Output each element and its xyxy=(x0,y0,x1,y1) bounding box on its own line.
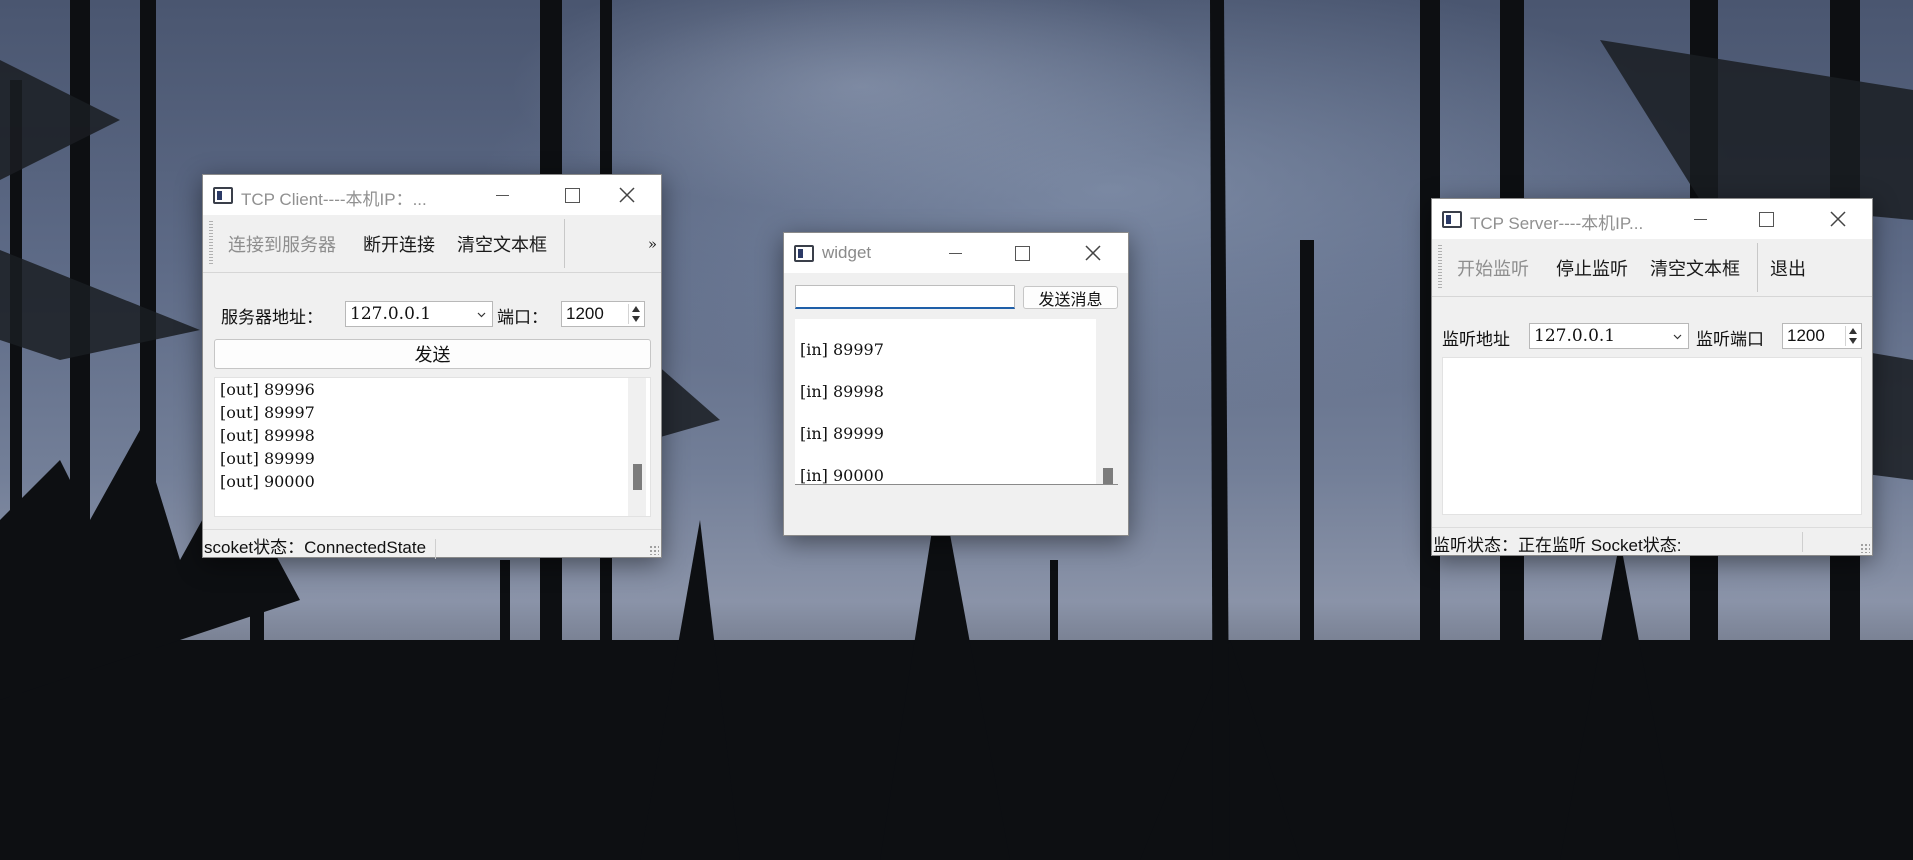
widget-log-textbox[interactable]: [in] 89997 [in] 89998 [in] 89999 [in] 90000 xyxy=(795,319,1118,485)
spin-arrows[interactable] xyxy=(628,304,642,324)
listen-address-label: 监听地址 xyxy=(1442,330,1510,350)
maximize-button[interactable] xyxy=(556,179,588,211)
close-icon xyxy=(1085,245,1101,261)
server-statusbar: 监听状态：正在监听 Socket状态: xyxy=(1432,527,1872,555)
widget-log-lines: [in] 89997 [in] 89998 [in] 89999 [in] 90000 xyxy=(800,329,1118,485)
log-line: [out] 89999 xyxy=(220,449,315,468)
clear-text-button[interactable]: 清空文本框 xyxy=(1639,255,1751,281)
toolbar-grip[interactable] xyxy=(209,221,213,266)
status-divider xyxy=(1802,532,1803,552)
status-divider xyxy=(434,538,436,559)
toolbar-overflow-button[interactable]: » xyxy=(648,235,661,253)
widget-log-scrollbar[interactable] xyxy=(1096,319,1118,484)
server-toolbar: 开始监听 停止监听 清空文本框 退出 xyxy=(1432,239,1872,297)
spin-up-icon xyxy=(632,306,640,312)
widget-window-title: widget xyxy=(822,243,872,262)
app-icon xyxy=(213,187,233,204)
close-icon xyxy=(1830,211,1846,227)
log-line: [out] 90000 xyxy=(220,472,315,491)
connect-to-server-button[interactable]: 连接到服务器 xyxy=(217,231,347,257)
log-line: [out] 89998 xyxy=(220,426,315,445)
server-address-combo[interactable]: 127.0.0.1 xyxy=(345,301,493,327)
client-log-textbox[interactable]: [out] 89996 [out] 89997 [out] 89998 [out] 8… xyxy=(214,377,651,517)
tcp-server-window: TCP Server----本机IP... 开始监听 停止监听 清空文本框 退出… xyxy=(1431,198,1873,556)
widget-titlebar[interactable]: widget xyxy=(784,233,1128,273)
listen-address-combo[interactable]: 127.0.0.1 xyxy=(1529,323,1689,349)
send-button-label: 发送 xyxy=(414,345,451,366)
message-input[interactable] xyxy=(795,285,1015,309)
minimize-button[interactable] xyxy=(939,237,971,269)
chevron-down-icon xyxy=(477,312,486,318)
scrollbar-thumb[interactable] xyxy=(1103,468,1113,484)
exit-button[interactable]: 退出 xyxy=(1764,255,1817,281)
clear-text-button[interactable]: 清空文本框 xyxy=(446,231,558,257)
widget-window: widget 发送消息 [in] 89997 [in] 89998 [in] 899… xyxy=(783,232,1129,536)
tcp-client-window: TCP Client----本机IP：... 连接到服务器 断开连接 清空文本框… xyxy=(202,174,662,559)
maximize-button[interactable] xyxy=(1750,203,1782,235)
log-line: [out] 89997 xyxy=(220,403,315,422)
toolbar-separator xyxy=(1757,243,1758,292)
minimize-button[interactable] xyxy=(1684,203,1716,235)
listen-port-value: 1200 xyxy=(1787,326,1825,345)
port-spinbox[interactable]: 1200 xyxy=(561,301,645,327)
close-button[interactable] xyxy=(611,179,643,211)
maximize-button[interactable] xyxy=(1006,237,1038,269)
client-status-text: scoket状态：ConnectedState xyxy=(204,538,427,557)
server-address-label: 服务器地址： xyxy=(221,308,323,328)
server-status-text: 监听状态：正在监听 Socket状态: xyxy=(1433,536,1682,555)
listen-port-spinbox[interactable]: 1200 xyxy=(1782,323,1862,349)
log-line: [in] 89997 xyxy=(800,340,884,359)
send-message-button[interactable]: 发送消息 xyxy=(1023,286,1118,309)
send-button[interactable]: 发送 xyxy=(214,339,651,369)
client-titlebar[interactable]: TCP Client----本机IP：... xyxy=(203,175,661,215)
listen-address-value: 127.0.0.1 xyxy=(1534,326,1616,346)
server-log-textbox[interactable] xyxy=(1442,357,1862,515)
resize-grip[interactable] xyxy=(649,545,659,555)
server-titlebar[interactable]: TCP Server----本机IP... xyxy=(1432,199,1872,239)
listen-port-label: 监听端口 xyxy=(1696,330,1764,350)
client-toolbar: 连接到服务器 断开连接 清空文本框 » xyxy=(203,215,661,273)
toolbar-separator xyxy=(564,219,565,268)
client-log-scrollbar[interactable] xyxy=(628,378,646,516)
log-line: [in] 89999 xyxy=(800,424,884,443)
close-icon xyxy=(619,187,635,203)
chevron-down-icon xyxy=(1673,334,1682,340)
spin-down-icon xyxy=(1849,338,1857,344)
port-label: 端口： xyxy=(497,308,548,328)
close-button[interactable] xyxy=(1822,203,1854,235)
log-line: [in] 90000 xyxy=(800,466,884,485)
client-statusbar: scoket状态：ConnectedState xyxy=(203,529,661,559)
minimize-button[interactable] xyxy=(486,179,518,211)
toolbar-grip[interactable] xyxy=(1438,245,1442,290)
app-icon xyxy=(794,245,814,262)
spin-up-icon xyxy=(1849,328,1857,334)
scrollbar-thumb[interactable] xyxy=(633,464,642,490)
stop-listening-button[interactable]: 停止监听 xyxy=(1540,255,1639,281)
spin-down-icon xyxy=(632,316,640,322)
port-value: 1200 xyxy=(566,304,604,323)
resize-grip[interactable] xyxy=(1860,543,1870,553)
disconnect-button[interactable]: 断开连接 xyxy=(347,231,446,257)
log-line: [out] 89996 xyxy=(220,380,315,399)
app-icon xyxy=(1442,211,1462,228)
server-window-title: TCP Server----本机IP... xyxy=(1470,214,1644,233)
log-line: [in] 89998 xyxy=(800,382,884,401)
client-log-lines: [out] 89996 [out] 89997 [out] 89998 [out] 8… xyxy=(220,378,650,493)
close-button[interactable] xyxy=(1077,237,1109,269)
start-listening-button[interactable]: 开始监听 xyxy=(1446,255,1540,281)
client-window-title: TCP Client----本机IP：... xyxy=(241,190,427,209)
send-message-label: 发送消息 xyxy=(1038,289,1103,309)
server-address-value: 127.0.0.1 xyxy=(350,304,432,324)
spin-arrows[interactable] xyxy=(1845,326,1859,346)
